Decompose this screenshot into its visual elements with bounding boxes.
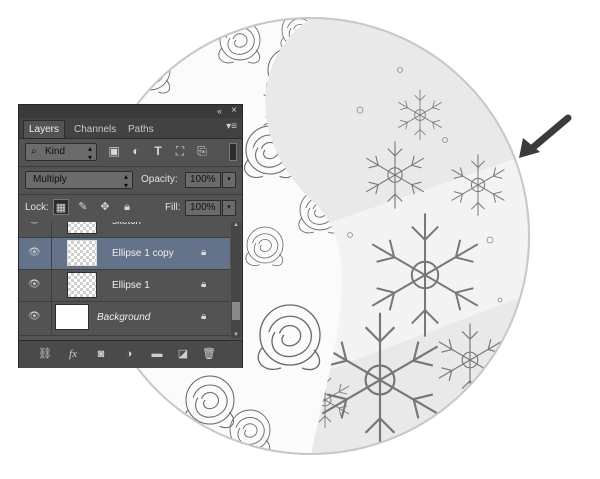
divider: [51, 238, 52, 269]
type-filter-icon[interactable]: T: [151, 144, 165, 158]
layer-name: sketch: [112, 222, 141, 227]
spinner-icon: ▴ ▾: [87, 144, 92, 162]
layer-row-ellipse-1-copy[interactable]: 👁︎ Ellipse 1 copy 🔒︎: [19, 238, 230, 270]
link-layers-icon[interactable]: ⛓: [37, 346, 53, 362]
visibility-eye-icon[interactable]: 👁︎: [28, 280, 42, 290]
scroll-up-icon[interactable]: ▲: [233, 222, 239, 228]
opacity-field[interactable]: 100%: [185, 172, 221, 188]
adjustment-layer-icon[interactable]: ◑: [121, 346, 137, 362]
divider: [51, 270, 52, 301]
add-mask-icon[interactable]: ◙: [93, 346, 109, 362]
lock-row: Lock: ▦ ✎ ✥ 🔒︎ Fill: 100% ▾: [23, 197, 239, 219]
panel-tabs: Layers Channels Paths ▾≡: [19, 118, 242, 139]
layer-name: Ellipse 1 copy: [112, 248, 174, 259]
tab-layers[interactable]: Layers: [23, 120, 66, 138]
spinner-icon: ▴ ▾: [123, 172, 128, 190]
new-layer-icon[interactable]: ◪: [175, 346, 191, 362]
layer-lock-icon: 🔒︎: [201, 311, 207, 322]
divider: [19, 166, 242, 167]
layer-thumbnail: [67, 240, 97, 266]
pixel-filter-icon[interactable]: ▣: [107, 144, 121, 158]
fill-dropdown-icon[interactable]: ▾: [222, 200, 236, 216]
filter-toggle[interactable]: [229, 143, 237, 161]
layer-name: Background: [97, 312, 151, 323]
layer-thumbnail: [55, 304, 89, 330]
layer-lock-icon: 🔒︎: [201, 279, 207, 290]
opacity-dropdown-icon[interactable]: ▾: [222, 172, 236, 188]
lock-image-brush-icon[interactable]: ✎: [75, 199, 91, 215]
scroll-down-icon[interactable]: ▼: [233, 332, 239, 338]
layer-row-ellipse-1[interactable]: 👁︎ Ellipse 1 🔒︎: [19, 270, 230, 302]
collapse-icon[interactable]: «: [217, 106, 222, 116]
adjustment-filter-icon[interactable]: ◐: [129, 144, 143, 158]
layer-thumbnail: [67, 222, 97, 234]
divider: [19, 194, 242, 195]
fx-icon[interactable]: fx: [65, 346, 81, 362]
layer-thumbnail: [67, 272, 97, 298]
filter-kind-label: Kind: [45, 146, 66, 157]
panel-menu-icon[interactable]: ▾≡: [226, 121, 237, 132]
layer-row-sketch[interactable]: 👁︎ sketch: [19, 222, 230, 238]
blend-mode-select[interactable]: Multiply ▴ ▾: [25, 171, 133, 190]
new-group-folder-icon[interactable]: ▬: [149, 346, 165, 362]
filter-row: ⌕ Kind ▴ ▾ ▣ ◐ T ⛶ ⎘: [23, 141, 239, 163]
panel-title-bar[interactable]: « ×: [19, 105, 242, 118]
shape-filter-icon[interactable]: ⛶: [173, 144, 187, 158]
layer-row-background[interactable]: 👁︎ Background 🔒︎: [19, 302, 230, 336]
panel-footer: ⛓ fx ◙ ◑ ▬ ◪ 🗑︎: [19, 340, 242, 368]
blend-mode-value: Multiply: [33, 174, 67, 185]
layer-lock-icon: 🔒︎: [201, 247, 207, 258]
layers-scrollbar[interactable]: ▲ ▼: [231, 222, 241, 338]
blend-row: Multiply ▴ ▾ Opacity: 100% ▾: [23, 169, 239, 191]
filter-kind-select[interactable]: ⌕ Kind ▴ ▾: [25, 143, 97, 162]
lock-position-move-icon[interactable]: ✥: [97, 199, 113, 215]
tab-channels[interactable]: Channels: [69, 121, 121, 138]
layers-panel: « × Layers Channels Paths ▾≡ ⌕ Kind ▴ ▾ ▣…: [18, 104, 243, 368]
tab-paths[interactable]: Paths: [123, 121, 159, 138]
divider: [51, 222, 52, 237]
search-icon: ⌕: [31, 146, 37, 157]
pointer-arrow-icon: [519, 114, 572, 158]
lock-label: Lock:: [25, 202, 49, 213]
lock-transparent-icon[interactable]: ▦: [53, 199, 69, 215]
visibility-eye-icon[interactable]: 👁︎: [28, 312, 42, 322]
divider: [51, 302, 52, 335]
smart-object-filter-icon[interactable]: ⎘: [195, 144, 209, 158]
opacity-label: Opacity:: [141, 174, 178, 185]
layer-name: Ellipse 1: [112, 280, 150, 291]
fill-field[interactable]: 100%: [185, 200, 221, 216]
trash-icon[interactable]: 🗑︎: [201, 346, 217, 362]
close-icon[interactable]: ×: [231, 105, 237, 116]
lock-all-icon[interactable]: 🔒︎: [119, 199, 135, 215]
layers-list: 👁︎ sketch 👁︎ Ellipse 1 copy 🔒︎ 👁︎ Ellips…: [19, 222, 230, 338]
fill-label: Fill:: [165, 202, 181, 213]
visibility-eye-icon[interactable]: 👁︎: [28, 222, 42, 226]
visibility-eye-icon[interactable]: 👁︎: [28, 248, 42, 258]
scrollbar-thumb[interactable]: [232, 302, 240, 320]
